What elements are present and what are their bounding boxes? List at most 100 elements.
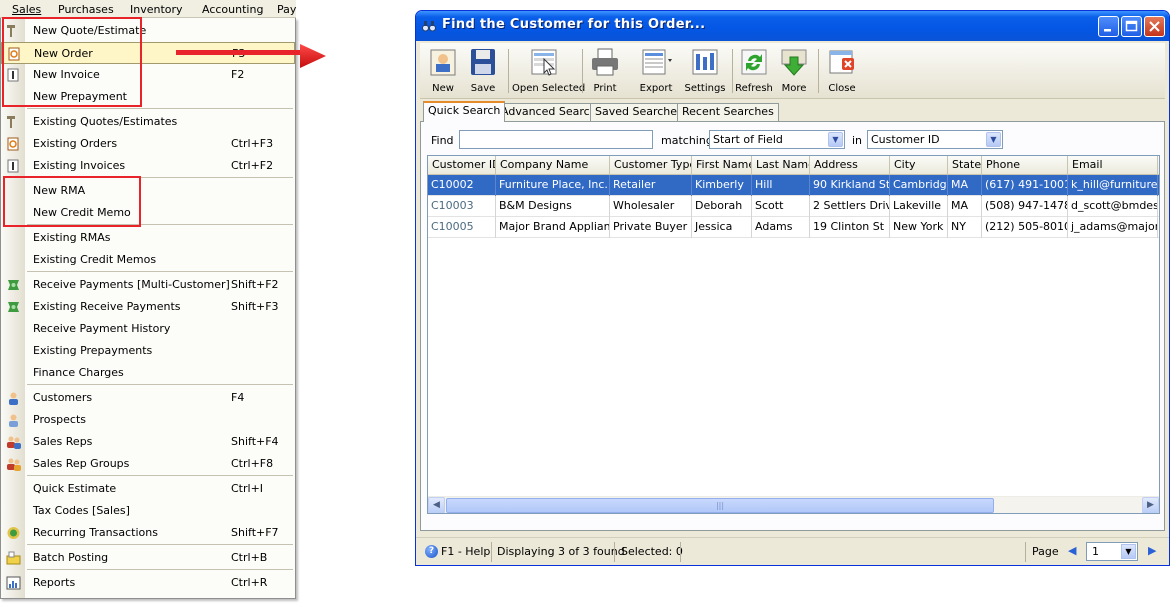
menu-item-recurring-transactions[interactable]: Recurring Transactions Shift+F7	[1, 522, 295, 544]
save-icon	[471, 49, 495, 75]
menu-item-sales-rep-groups[interactable]: Sales Rep Groups Ctrl+F8	[1, 453, 295, 475]
menubar-purchases[interactable]: Purchases	[58, 2, 114, 17]
menu-item-existing-quotes-estimates[interactable]: Existing Quotes/Estimates	[1, 111, 295, 133]
cell-company-name: Major Brand Appliance	[496, 217, 610, 238]
toolbar-open-selected-button[interactable]: Open Selected	[512, 45, 585, 97]
menu-item-label: Sales Reps	[33, 435, 93, 448]
close-window-button[interactable]	[1144, 16, 1165, 37]
menu-item-receive-payments-multi-customer[interactable]: Receive Payments [Multi-Customer] Shift+F…	[1, 274, 295, 296]
minimize-button[interactable]	[1098, 16, 1119, 37]
menu-item-finance-charges[interactable]: Finance Charges	[1, 362, 295, 384]
horizontal-scrollbar[interactable]: ◀ ||| ▶	[428, 496, 1159, 513]
cell-last-name: Adams	[752, 217, 810, 238]
close-document-icon	[829, 50, 854, 74]
menu-separator	[27, 475, 293, 476]
column-header-email[interactable]: Email	[1068, 156, 1158, 175]
menu-item-label: Sales Rep Groups	[33, 457, 130, 470]
page-select[interactable]: 1 ▼	[1086, 542, 1138, 561]
cell-address: 19 Clinton St	[810, 217, 890, 238]
menu-item-quick-estimate[interactable]: Quick Estimate Ctrl+I	[1, 478, 295, 500]
chevron-down-icon[interactable]: ▼	[1121, 544, 1136, 559]
table-row[interactable]: C10003 B&M Designs Wholesaler Deborah Scott 2…	[428, 196, 1159, 217]
toolbar-settings-button[interactable]: Settings	[684, 45, 726, 97]
menu-item-existing-invoices[interactable]: Existing Invoices Ctrl+F2	[1, 155, 295, 177]
toolbar-close-button[interactable]: Close	[822, 45, 862, 97]
tab-advanced-search[interactable]: Advanced Search	[496, 103, 602, 121]
toolbar-save-button[interactable]: Save	[464, 45, 502, 97]
next-page-icon[interactable]: ▶	[1148, 544, 1156, 557]
invoice-icon	[6, 159, 21, 173]
help-status[interactable]: F1 - Help	[441, 545, 490, 558]
cell-customer-id: C10003	[428, 196, 496, 217]
scroll-left-icon[interactable]: ◀	[428, 497, 445, 513]
help-icon[interactable]: ?	[425, 545, 438, 558]
toolbar-refresh-button[interactable]: Refresh	[734, 45, 774, 97]
menu-item-customers[interactable]: Customers F4	[1, 387, 295, 409]
menu-item-new-prepayment[interactable]: New Prepayment	[1, 86, 295, 108]
status-divider	[491, 542, 492, 562]
column-header-company-name[interactable]: Company Name	[496, 156, 610, 175]
report-icon	[6, 576, 21, 590]
menu-item-tax-codes-sales[interactable]: Tax Codes [Sales]	[1, 500, 295, 522]
table-row[interactable]: C10005Major Brand AppliancePrivate Buyer…	[428, 217, 1159, 238]
chevron-down-icon[interactable]: ▼	[828, 132, 843, 147]
menu-item-existing-rmas[interactable]: Existing RMAs	[1, 227, 295, 249]
column-header-customer-id[interactable]: Customer ID	[428, 156, 496, 175]
column-header-first-name[interactable]: First Name	[692, 156, 752, 175]
find-input[interactable]	[459, 130, 653, 149]
cell-email: d_scott@bmdesig	[1068, 196, 1158, 217]
previous-page-icon[interactable]: ◀	[1068, 544, 1076, 557]
menu-item-new-quote-estimate[interactable]: New Quote/Estimate	[1, 20, 295, 42]
maximize-button[interactable]	[1121, 16, 1142, 37]
toolbar-separator	[582, 49, 583, 93]
page-value: 1	[1092, 545, 1099, 558]
menubar-inventory[interactable]: Inventory	[130, 2, 183, 17]
column-header-last-name[interactable]: Last Name	[752, 156, 810, 175]
tab-saved-searches[interactable]: Saved Searches	[590, 103, 688, 121]
find-customer-window: Find the Customer for this Order... New …	[415, 10, 1170, 566]
column-header-city[interactable]: City	[890, 156, 948, 175]
column-header-state[interactable]: State	[948, 156, 982, 175]
tab-recent-searches[interactable]: Recent Searches	[677, 103, 779, 121]
matching-label: matching	[661, 134, 713, 147]
scroll-right-icon[interactable]: ▶	[1142, 497, 1159, 513]
cell-last-name: Hill	[752, 175, 810, 196]
menubar-sales[interactable]: Sales	[12, 2, 41, 17]
cell-phone: (508) 947-1478	[982, 196, 1068, 217]
menu-item-batch-posting[interactable]: Batch Posting Ctrl+B	[1, 547, 295, 569]
menubar-accounting[interactable]: Accounting	[202, 2, 263, 17]
menu-item-reports[interactable]: Reports Ctrl+R	[1, 572, 295, 594]
menubar-payroll[interactable]: Pay	[277, 2, 296, 17]
tab-quick-search[interactable]: Quick Search	[423, 101, 506, 122]
menu-item-new-rma[interactable]: New RMA	[1, 180, 295, 202]
column-header-address[interactable]: Address	[810, 156, 890, 175]
menu-item-label: Existing Receive Payments	[33, 300, 181, 313]
menu-item-prospects[interactable]: Prospects	[1, 409, 295, 431]
matching-select[interactable]: Start of Field ▼	[709, 130, 845, 149]
cell-email: k_hill@furniturepl	[1068, 175, 1158, 196]
menu-item-existing-orders[interactable]: Existing Orders Ctrl+F3	[1, 133, 295, 155]
menu-item-label: New RMA	[33, 184, 86, 197]
menu-item-existing-prepayments[interactable]: Existing Prepayments	[1, 340, 295, 362]
toolbar-print-button[interactable]: Print	[586, 45, 624, 97]
chevron-down-icon[interactable]: ▼	[986, 132, 1001, 147]
order-icon	[7, 47, 22, 61]
quote-icon	[6, 115, 21, 129]
menu-item-existing-receive-payments[interactable]: Existing Receive Payments Shift+F3	[1, 296, 295, 318]
close-icon	[1149, 21, 1160, 32]
scroll-thumb[interactable]: |||	[446, 498, 994, 513]
table-row[interactable]: C10002 Furniture Place, Inc. Retailer Kimbe…	[428, 175, 1159, 196]
window-title: Find the Customer for this Order...	[442, 17, 706, 32]
toolbar-export-button[interactable]: Export	[628, 45, 684, 97]
column-header-customer-type[interactable]: Customer Type	[610, 156, 692, 175]
menu-item-receive-payment-history[interactable]: Receive Payment History	[1, 318, 295, 340]
menu-item-existing-credit-memos[interactable]: Existing Credit Memos	[1, 249, 295, 271]
toolbar-new-button[interactable]: New	[424, 45, 462, 97]
column-header-phone[interactable]: Phone	[982, 156, 1068, 175]
menu-item-sales-reps[interactable]: Sales Reps Shift+F4	[1, 431, 295, 453]
toolbar-more-button[interactable]: More	[776, 45, 812, 97]
menu-item-label: Existing Orders	[33, 137, 118, 150]
menu-item-new-credit-memo[interactable]: New Credit Memo	[1, 202, 295, 224]
window-titlebar[interactable]: Find the Customer for this Order...	[416, 11, 1169, 41]
field-select[interactable]: Customer ID ▼	[867, 130, 1003, 149]
